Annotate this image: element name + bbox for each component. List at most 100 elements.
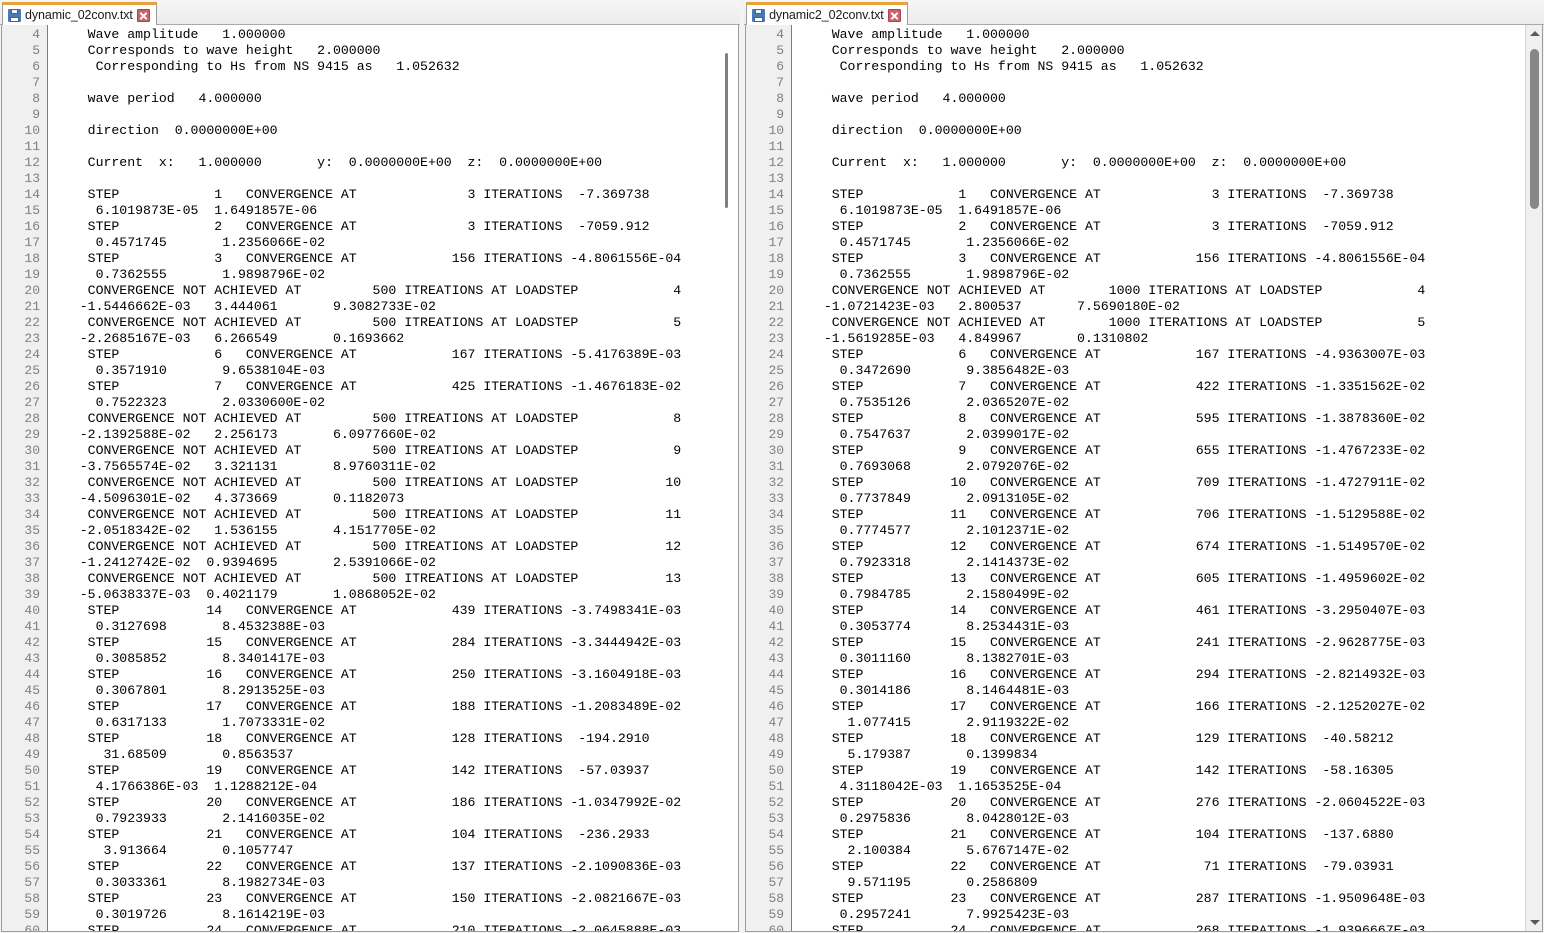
line-number: 41 <box>24 619 40 634</box>
line-number: 34 <box>768 507 785 522</box>
line-number: 40 <box>24 603 40 618</box>
line-number: 12 <box>768 155 785 170</box>
code-line: 0.4571745 1.2356066E-02 <box>56 235 326 250</box>
code-line: 0.7522323 2.0330600E-02 <box>56 395 326 410</box>
line-number: 17 <box>768 235 785 250</box>
line-number: 17 <box>24 235 40 250</box>
line-number: 60 <box>24 923 40 931</box>
line-number: 47 <box>24 715 40 730</box>
line-number: 11 <box>768 139 785 154</box>
line-number: 42 <box>24 635 40 650</box>
line-number: 60 <box>768 923 785 931</box>
line-number: 14 <box>24 187 40 202</box>
code-line: STEP 10 CONVERGENCE AT 709 ITERATIONS -1… <box>800 475 1426 490</box>
line-number: 33 <box>24 491 40 506</box>
line-number: 45 <box>768 683 785 698</box>
code-line: STEP 22 CONVERGENCE AT 71 ITERATIONS -79… <box>800 859 1394 874</box>
code-line: Wave amplitude 1.000000 <box>800 27 1030 42</box>
code-line: STEP 1 CONVERGENCE AT 3 ITERATIONS -7.36… <box>800 187 1394 202</box>
chevron-down-icon[interactable] <box>1526 914 1542 931</box>
code-line: STEP 6 CONVERGENCE AT 167 ITERATIONS -4.… <box>800 347 1426 362</box>
line-number: 7 <box>776 75 785 90</box>
line-number: 21 <box>24 299 40 314</box>
line-number: 53 <box>768 811 785 826</box>
line-number: 33 <box>768 491 785 506</box>
code-line: Current x: 1.000000 y: 0.0000000E+00 z: … <box>56 155 603 170</box>
code-line: CONVERGENCE NOT ACHIEVED AT 500 ITREATIO… <box>56 443 682 458</box>
line-number: 27 <box>768 395 785 410</box>
line-number: 46 <box>768 699 785 714</box>
code-line: -2.1392588E-02 2.256173 6.0977660E-02 <box>56 427 436 442</box>
editor-window: dynamic_02conv.txt 4 5 6 7 8 9 10 11 12 13 14 15 16 1… <box>0 0 1544 933</box>
code-line: Corresponding to Hs from NS 9415 as 1.05… <box>56 59 460 74</box>
right-editor-area[interactable]: 4 5 6 7 8 9 10 11 12 13 14 15 16 17 18 19 20 21 22 23 24 25 26… <box>746 25 1525 931</box>
code-line: STEP 22 CONVERGENCE AT 137 ITERATIONS -2… <box>56 859 682 874</box>
line-number: 58 <box>768 891 785 906</box>
right-editor-pane: dynamic2_02conv.txt 4 5 6 7 8 9 10 11 12 13 14 15 16… <box>744 0 1544 933</box>
line-number: 37 <box>768 555 785 570</box>
left-code-text[interactable]: Wave amplitude 1.000000 Corresponds to w… <box>48 25 717 931</box>
right-vertical-scrollbar[interactable] <box>1525 25 1542 931</box>
code-line: 0.7362555 1.9898796E-02 <box>56 267 326 282</box>
line-number: 26 <box>24 379 40 394</box>
code-line: 0.7923318 2.1414373E-02 <box>800 555 1070 570</box>
code-line: 0.7774577 2.1012371E-02 <box>800 523 1070 538</box>
line-number: 54 <box>24 827 40 842</box>
close-icon[interactable] <box>887 8 901 22</box>
line-number: 38 <box>768 571 785 586</box>
code-line: -5.0638337E-03 0.4021179 1.0868052E-02 <box>56 587 436 602</box>
line-number: 29 <box>768 427 785 442</box>
right-editor-body: 4 5 6 7 8 9 10 11 12 13 14 15 16 17 18 19 20 21 22 23 24 25 26… <box>745 25 1543 932</box>
code-line: Wave amplitude 1.000000 <box>56 27 286 42</box>
line-number: 39 <box>24 587 40 602</box>
line-number: 10 <box>24 123 40 138</box>
left-vertical-scrollbar[interactable] <box>716 25 739 931</box>
line-number: 52 <box>24 795 40 810</box>
line-number: 27 <box>24 395 40 410</box>
close-icon[interactable] <box>136 8 150 22</box>
left-line-number-gutter: 4 5 6 7 8 9 10 11 12 13 14 15 16 17 18 19 20 21 22 23 24 25 26… <box>2 25 48 931</box>
code-line: 0.3067801 8.2913525E-03 <box>56 683 326 698</box>
code-line: CONVERGENCE NOT ACHIEVED AT 500 ITREATIO… <box>56 507 682 522</box>
save-disk-icon <box>752 8 766 22</box>
code-line: 0.7984785 2.1580499E-02 <box>800 587 1070 602</box>
code-line: Corresponding to Hs from NS 9415 as 1.05… <box>800 59 1204 74</box>
code-line: direction 0.0000000E+00 <box>56 123 278 138</box>
line-number: 16 <box>768 219 785 234</box>
line-number: 56 <box>768 859 785 874</box>
line-number: 4 <box>776 27 785 42</box>
code-line: 0.7737849 2.0913105E-02 <box>800 491 1070 506</box>
line-number: 54 <box>768 827 785 842</box>
line-number: 59 <box>768 907 785 922</box>
code-line: -1.5446662E-03 3.444061 9.3082733E-02 <box>56 299 436 314</box>
line-number: 32 <box>24 475 40 490</box>
line-number: 21 <box>768 299 785 314</box>
line-number: 45 <box>24 683 40 698</box>
right-line-number-gutter: 4 5 6 7 8 9 10 11 12 13 14 15 16 17 18 19 20 21 22 23 24 25 26… <box>746 25 793 931</box>
code-line: -1.0721423E-03 2.800537 7.5690180E-02 <box>800 299 1180 314</box>
line-number: 50 <box>768 763 785 778</box>
code-line: CONVERGENCE NOT ACHIEVED AT 500 ITREATIO… <box>56 539 682 554</box>
line-number: 12 <box>24 155 40 170</box>
code-line: 0.3053774 8.2534431E-03 <box>800 619 1070 634</box>
right-code-text[interactable]: Wave amplitude 1.000000 Corresponds to w… <box>792 25 1525 931</box>
chevron-up-icon[interactable] <box>1526 25 1542 42</box>
right-scrollbar-thumb[interactable] <box>1530 49 1539 209</box>
code-line: 0.3033361 8.1982734E-03 <box>56 875 326 890</box>
left-scrollbar-thumb[interactable] <box>725 53 729 208</box>
line-number: 46 <box>24 699 40 714</box>
line-number: 55 <box>768 843 785 858</box>
line-number: 16 <box>24 219 40 234</box>
left-editor-area[interactable]: 4 5 6 7 8 9 10 11 12 13 14 15 16 17 18 19 20 21 22 23 24 25 26… <box>2 25 717 931</box>
line-number: 6 <box>776 59 785 74</box>
line-number: 22 <box>768 315 785 330</box>
code-line: 0.3014186 8.1464481E-03 <box>800 683 1070 698</box>
code-line: STEP 2 CONVERGENCE AT 3 ITERATIONS -7059… <box>800 219 1394 234</box>
code-line: 3.913664 0.1057747 <box>56 843 294 858</box>
code-line: STEP 20 CONVERGENCE AT 186 ITERATIONS -1… <box>56 795 682 810</box>
tab-dynamic-02conv[interactable]: dynamic_02conv.txt <box>2 2 157 25</box>
code-line: Corresponds to wave height 2.000000 <box>800 43 1125 58</box>
tab-dynamic2-02conv[interactable]: dynamic2_02conv.txt <box>746 2 908 25</box>
code-line: STEP 19 CONVERGENCE AT 142 ITERATIONS -5… <box>800 763 1394 778</box>
line-number: 6 <box>32 59 40 74</box>
